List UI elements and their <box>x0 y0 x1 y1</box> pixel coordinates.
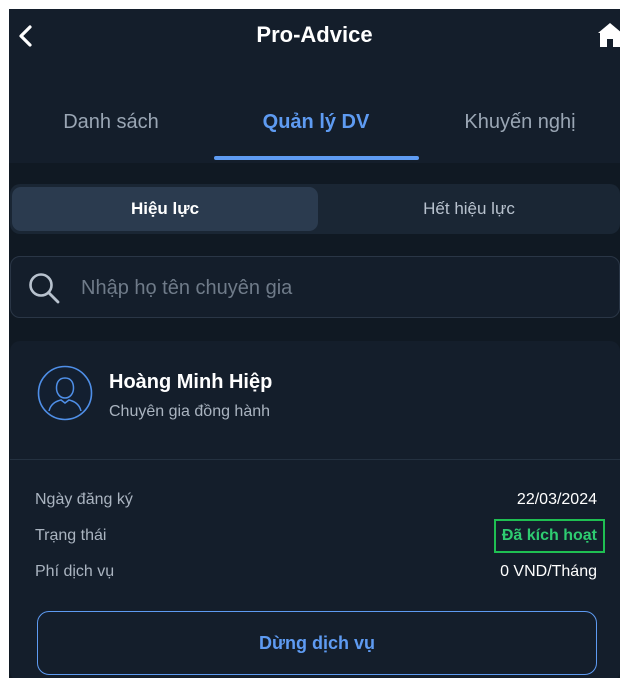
service-fee-value: 0 VND/Tháng <box>500 563 597 580</box>
registration-date-value: 22/03/2024 <box>516 491 597 508</box>
status-label: Trạng thái <box>35 527 107 544</box>
status-segment-control: Hiệu lực Hết hiệu lực <box>10 184 620 234</box>
search-box <box>10 256 620 318</box>
header-bar: Pro-Advice <box>9 9 620 71</box>
subscription-card: Hoàng Minh Hiệp Chuyên gia đồng hành Ngà… <box>10 341 620 678</box>
home-button[interactable] <box>597 21 620 49</box>
segment-hieu-luc[interactable]: Hiệu lực <box>12 187 318 231</box>
active-tab-indicator <box>214 156 419 160</box>
app-screen: Pro-Advice Danh sách Quản lý DV Khuyến n… <box>9 9 620 678</box>
tab-khuyen-nghi[interactable]: Khuyến nghị <box>464 111 575 134</box>
user-avatar-icon <box>37 365 93 421</box>
search-input[interactable] <box>79 269 603 307</box>
expert-name: Hoàng Minh Hiệp <box>109 371 273 393</box>
tab-danh-sach[interactable]: Danh sách <box>63 111 159 134</box>
segment-het-hieu-luc[interactable]: Hết hiệu lực <box>320 187 618 231</box>
search-icon <box>29 273 60 304</box>
main-tabs: Danh sách Quản lý DV Khuyến nghị <box>9 71 620 163</box>
page-title: Pro-Advice <box>256 22 373 47</box>
status-row: Trạng thái Đã kích hoạt <box>35 519 605 553</box>
stop-service-button[interactable]: Dừng dịch vụ <box>37 611 597 675</box>
content-area: Hiệu lực Hết hiệu lực Hoàng Minh Hiệp Ch… <box>9 163 620 678</box>
tab-quan-ly-dv[interactable]: Quản lý DV <box>263 111 370 134</box>
home-icon <box>598 23 620 47</box>
status-badge: Đã kích hoạt <box>493 519 605 553</box>
expert-role: Chuyên gia đồng hành <box>109 403 271 420</box>
registration-date-label: Ngày đăng ký <box>35 491 133 508</box>
card-divider <box>10 459 620 460</box>
service-fee-row: Phí dịch vụ 0 VND/Tháng <box>35 563 597 587</box>
service-fee-label: Phí dịch vụ <box>35 563 115 580</box>
registration-date-row: Ngày đăng ký 22/03/2024 <box>35 491 597 515</box>
